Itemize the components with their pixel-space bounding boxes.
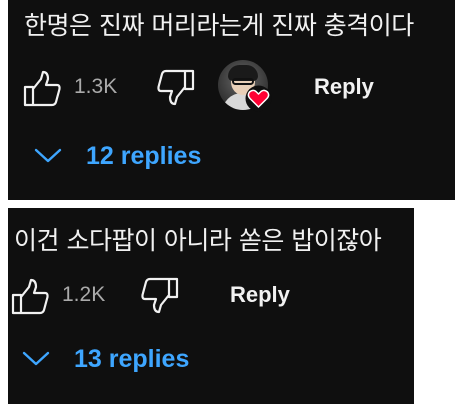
reply-button[interactable]: Reply xyxy=(314,74,374,100)
thumbs-down-icon xyxy=(157,69,195,106)
reply-button[interactable]: Reply xyxy=(230,282,290,308)
like-button[interactable] xyxy=(10,278,50,316)
comment-text: 이건 소다팝이 아니라 쏟은 밥이잖아 xyxy=(14,226,382,255)
chevron-down-icon xyxy=(22,351,50,366)
replies-count-label: 13 replies xyxy=(74,345,190,373)
comment-card-2: 이건 소다팝이 아니라 쏟은 밥이잖아 1.2K Reply 13 replie… xyxy=(8,208,414,404)
like-button[interactable] xyxy=(22,70,62,108)
comment-text: 한명은 진짜 머리라는게 진짜 충격이다 xyxy=(24,11,414,40)
thumbs-down-icon xyxy=(141,277,179,314)
comment-card-1: 한명은 진짜 머리라는게 진짜 충격이다 1.3K Reply 12 repli… xyxy=(8,0,455,200)
creator-heart xyxy=(218,60,272,114)
like-count: 1.2K xyxy=(62,283,106,306)
thumbs-up-icon xyxy=(11,278,49,315)
chevron-down-icon xyxy=(34,148,62,163)
replies-count-label: 12 replies xyxy=(86,142,202,170)
thumbs-up-icon xyxy=(23,70,61,107)
comment-actions: 1.2K Reply xyxy=(10,275,410,315)
like-count: 1.3K xyxy=(74,75,118,98)
heart-icon xyxy=(245,85,272,112)
dislike-button[interactable] xyxy=(156,68,196,106)
comment-actions: 1.3K Reply xyxy=(22,60,442,112)
dislike-button[interactable] xyxy=(140,276,180,314)
